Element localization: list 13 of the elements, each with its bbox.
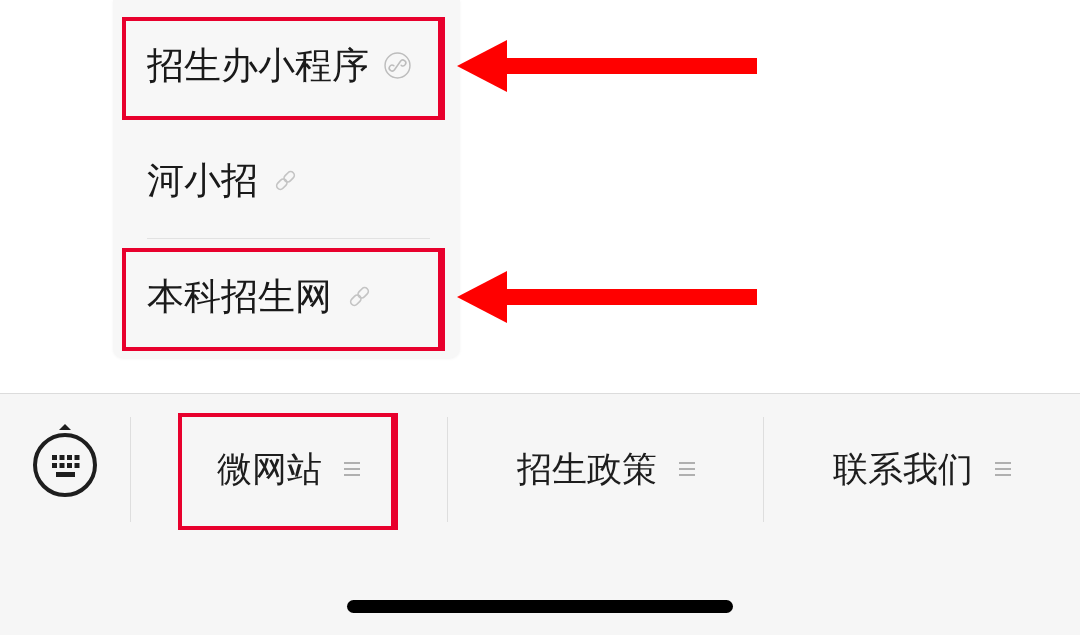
menu-item[interactable]: 招生办小程序 [113,8,460,123]
menu-icon [344,462,361,476]
link-icon [347,284,372,309]
menu-icon [995,462,1012,476]
tab[interactable]: 招生政策 [447,394,764,544]
menu-item[interactable]: 本科招生网 [113,239,460,354]
menu-item[interactable]: 河小招 [113,123,460,238]
link-icon [273,168,298,193]
mini-program-icon [384,52,411,79]
menu-icon [678,462,695,476]
keyboard-icon[interactable] [32,423,98,497]
tab[interactable]: 联系我们 [764,394,1080,544]
tab[interactable]: 微网站 [131,394,447,544]
